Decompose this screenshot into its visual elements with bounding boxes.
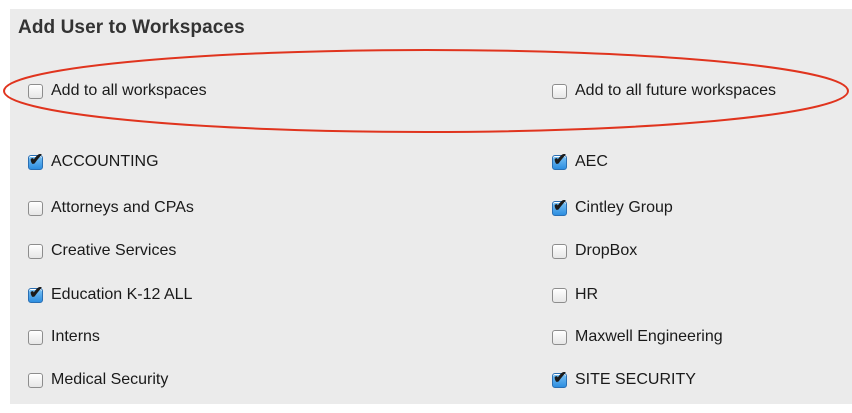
option-label: Add to all workspaces xyxy=(51,82,207,99)
workspace-label: DropBox xyxy=(575,242,638,259)
workspace-item-hr[interactable]: ✔ HR xyxy=(552,284,598,306)
section-title: Add User to Workspaces xyxy=(18,17,245,38)
workspace-item-education-k-12-all[interactable]: ✔ Education K-12 ALL xyxy=(28,283,193,306)
add-to-all-workspaces-option[interactable]: ✔ Add to all workspaces xyxy=(28,80,207,102)
workspace-item-site-security[interactable]: ✔ SITE SECURITY xyxy=(552,368,696,391)
checkmark-icon: ✔ xyxy=(553,195,568,215)
checkbox[interactable]: ✔ xyxy=(28,150,43,170)
checkbox[interactable]: ✔ xyxy=(28,83,43,99)
workspace-item-maxwell-engineering[interactable]: ✔ Maxwell Engineering xyxy=(552,326,723,348)
workspace-item-interns[interactable]: ✔ Interns xyxy=(28,326,100,348)
workspace-label: Attorneys and CPAs xyxy=(51,199,194,216)
workspace-item-aec[interactable]: ✔ AEC xyxy=(552,150,608,173)
workspace-label: Cintley Group xyxy=(575,199,673,216)
workspace-item-attorneys-and-cpas[interactable]: ✔ Attorneys and CPAs xyxy=(28,197,194,219)
checkbox[interactable]: ✔ xyxy=(552,150,567,170)
workspace-label: Medical Security xyxy=(51,371,169,388)
workspace-label: ACCOUNTING xyxy=(51,153,159,170)
workspace-label: Creative Services xyxy=(51,242,177,259)
workspace-label: Education K-12 ALL xyxy=(51,286,193,303)
checkbox[interactable]: ✔ xyxy=(28,243,43,259)
checkbox[interactable]: ✔ xyxy=(552,287,567,303)
checkbox[interactable]: ✔ xyxy=(552,196,567,216)
checkmark-icon: ✔ xyxy=(553,367,568,387)
checkbox[interactable]: ✔ xyxy=(552,368,567,388)
checkmark-icon: ✔ xyxy=(29,282,44,302)
workspace-label: AEC xyxy=(575,153,608,170)
workspace-item-cintley-group[interactable]: ✔ Cintley Group xyxy=(552,196,673,219)
checkbox[interactable]: ✔ xyxy=(28,200,43,216)
workspace-item-dropbox[interactable]: ✔ DropBox xyxy=(552,240,637,262)
checkbox[interactable]: ✔ xyxy=(552,83,567,99)
workspace-item-medical-security[interactable]: ✔ Medical Security xyxy=(28,369,168,391)
checkbox[interactable]: ✔ xyxy=(28,283,43,303)
checkbox[interactable]: ✔ xyxy=(28,329,43,345)
add-to-all-future-workspaces-option[interactable]: ✔ Add to all future workspaces xyxy=(552,80,776,102)
workspace-label: Interns xyxy=(51,328,100,345)
workspace-item-creative-services[interactable]: ✔ Creative Services xyxy=(28,240,176,262)
option-label: Add to all future workspaces xyxy=(575,82,776,99)
workspace-item-accounting[interactable]: ✔ ACCOUNTING xyxy=(28,150,159,173)
workspace-label: HR xyxy=(575,286,599,303)
checkbox[interactable]: ✔ xyxy=(552,329,567,345)
checkmark-icon: ✔ xyxy=(553,149,568,169)
checkbox[interactable]: ✔ xyxy=(552,243,567,259)
checkbox[interactable]: ✔ xyxy=(28,372,43,388)
checkmark-icon: ✔ xyxy=(29,149,44,169)
workspace-label: SITE SECURITY xyxy=(575,371,696,388)
workspace-label: Maxwell Engineering xyxy=(575,328,723,345)
